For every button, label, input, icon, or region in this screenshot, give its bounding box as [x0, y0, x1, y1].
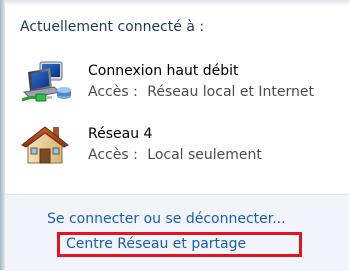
- access-label: Accès :: [88, 147, 138, 163]
- connection-name: Réseau 4: [88, 126, 153, 142]
- access-value: Réseau local et Internet: [147, 84, 315, 100]
- connected-header: Actuellement connecté à :: [20, 19, 205, 35]
- home-network-icon: [20, 123, 70, 171]
- connection-access: Accès : Réseau local et Internet: [88, 84, 314, 100]
- access-value: Local seulement: [147, 147, 262, 163]
- connect-disconnect-link[interactable]: Se connecter ou se déconnecter...: [47, 211, 286, 227]
- network-connection-icon: [20, 60, 74, 110]
- access-label: Accès :: [88, 84, 138, 100]
- connection-name: Connexion haut débit: [88, 63, 239, 79]
- highlight-box: [57, 232, 302, 257]
- connection-access: Accès : Local seulement: [88, 147, 262, 163]
